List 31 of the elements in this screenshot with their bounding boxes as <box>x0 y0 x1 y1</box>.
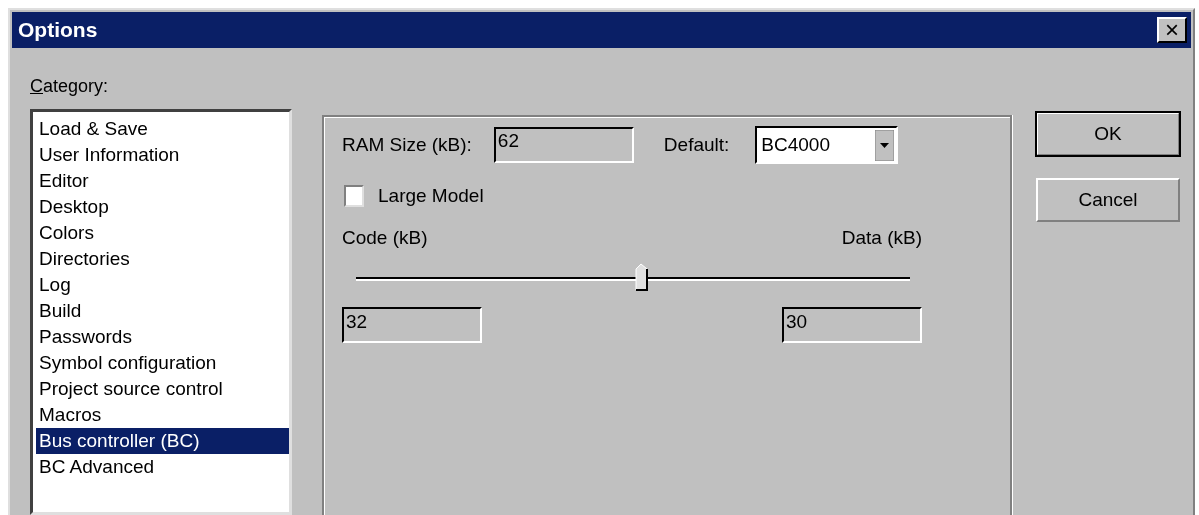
data-label: Data (kB) <box>841 227 922 249</box>
ram-size-label: RAM Size (kB): <box>342 134 472 156</box>
category-item[interactable]: Bus controller (BC) <box>36 428 289 454</box>
category-item[interactable]: Colors <box>36 220 289 246</box>
large-model-label: Large Model <box>378 185 484 207</box>
default-label: Default: <box>663 134 730 156</box>
category-item[interactable]: Desktop <box>36 194 289 220</box>
category-item[interactable]: User Information <box>36 142 289 168</box>
category-item[interactable]: Passwords <box>36 324 289 350</box>
category-item[interactable]: Build <box>36 298 289 324</box>
category-label: Category: <box>30 76 109 97</box>
category-item[interactable]: Project source control <box>36 376 289 402</box>
close-button[interactable]: × <box>1157 17 1187 43</box>
code-label: Code (kB) <box>342 227 428 249</box>
default-dropdown[interactable]: BC4000 <box>755 126 899 164</box>
category-item[interactable]: Symbol configuration <box>36 350 289 376</box>
data-size-field[interactable]: 30 <box>782 307 922 343</box>
code-size-field[interactable]: 32 <box>342 307 482 343</box>
window-title: Options <box>18 18 98 42</box>
large-model-checkbox[interactable] <box>344 185 364 207</box>
category-item[interactable]: Macros <box>36 402 289 428</box>
category-item[interactable]: Load & Save <box>36 116 289 142</box>
cancel-button[interactable]: Cancel <box>1036 178 1180 222</box>
category-item[interactable]: BC Advanced <box>36 454 289 480</box>
ok-button[interactable]: OK <box>1036 112 1180 156</box>
slider-thumb[interactable] <box>634 263 649 291</box>
category-item[interactable]: Log <box>36 272 289 298</box>
category-item[interactable]: Editor <box>36 168 289 194</box>
category-item[interactable]: Directories <box>36 246 289 272</box>
ram-size-field[interactable]: 62 <box>493 127 634 163</box>
dropdown-arrow-icon[interactable] <box>875 129 895 161</box>
